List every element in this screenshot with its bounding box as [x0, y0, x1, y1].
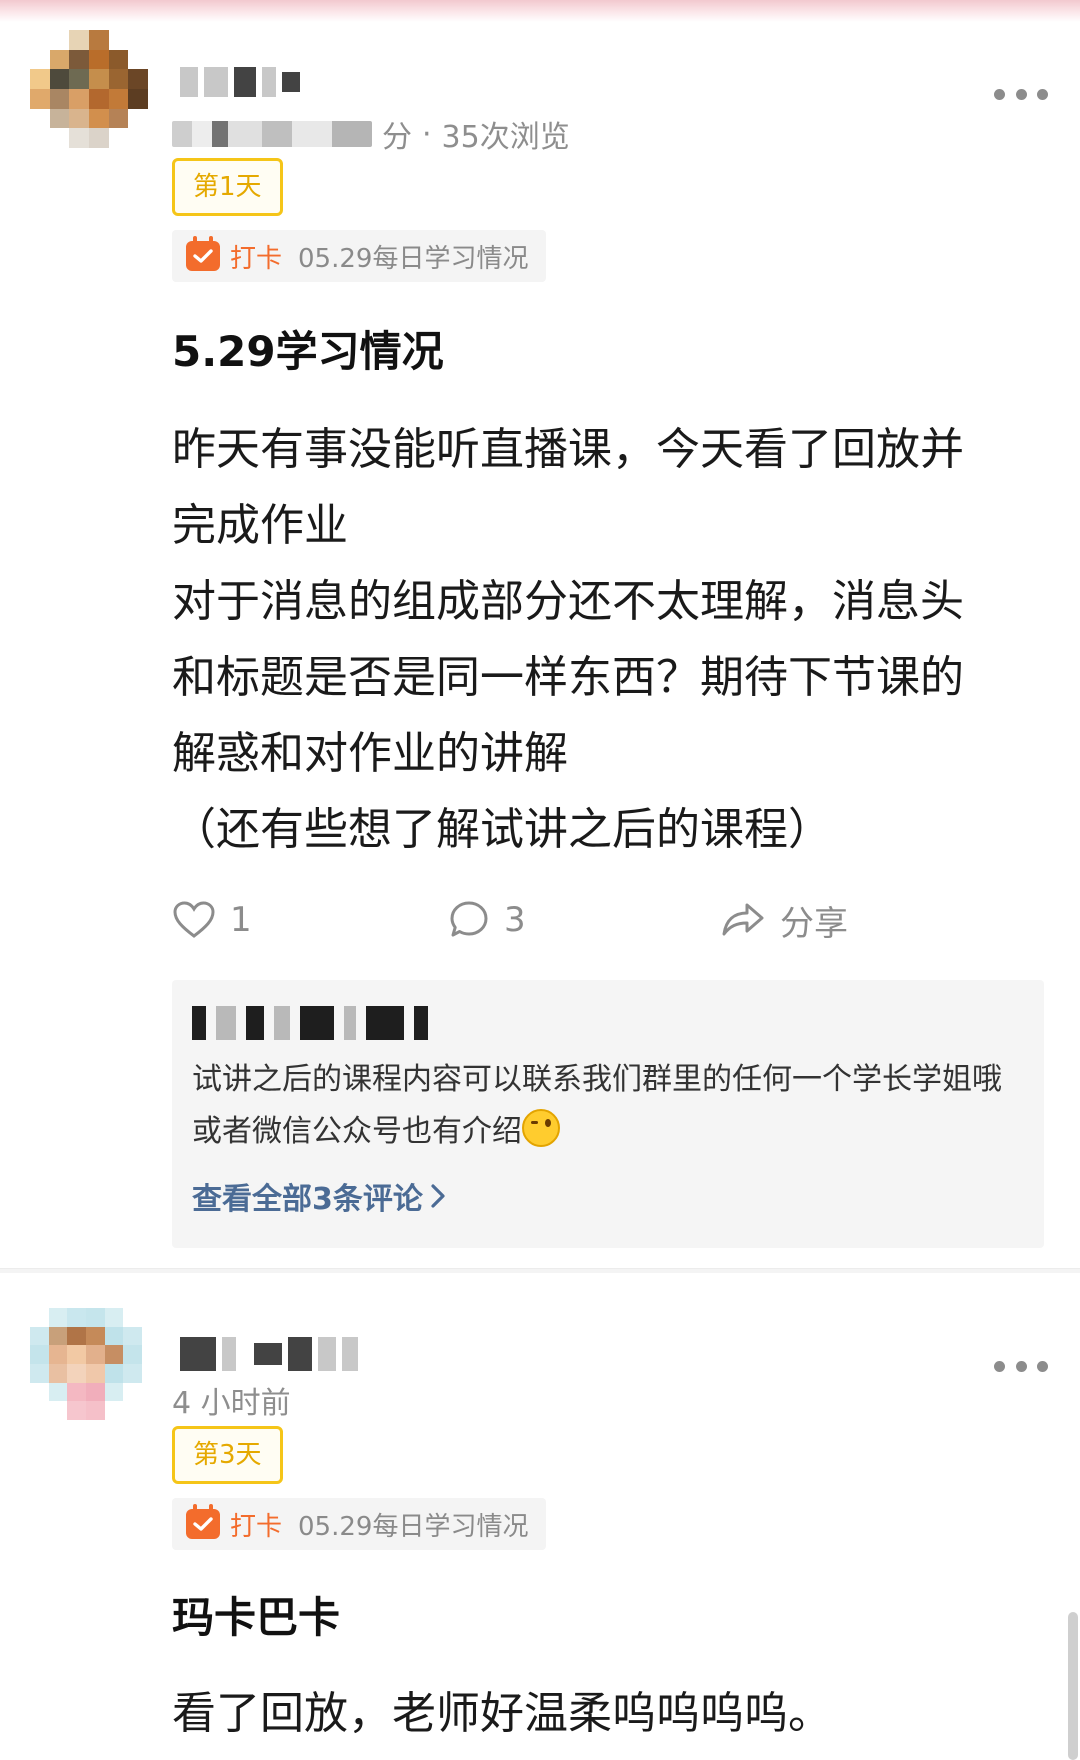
post-card: 4 小时前 第3天 打卡 05.29每日学习情况 玛卡巴卡 看了回放，老师好温柔… — [0, 1272, 1080, 1760]
comment-preview-text: 试讲之后的课程内容可以联系我们群里的任何一个学长学姐哦 或者微信公众号也有介绍 — [192, 1054, 1022, 1158]
more-icon[interactable] — [994, 84, 1048, 104]
post-actions: 1 3 分享 — [172, 894, 1052, 946]
calendar-check-icon — [186, 236, 220, 271]
share-icon — [722, 903, 764, 936]
comment-preview-box[interactable]: 试讲之后的课程内容可以联系我们群里的任何一个学长学姐哦 或者微信公众号也有介绍 … — [172, 980, 1044, 1248]
like-button[interactable]: 1 — [172, 894, 252, 946]
checkin-topic: 05.29每日学习情况 — [298, 1511, 529, 1542]
post-time-suffix: 分 — [382, 120, 412, 155]
checkin-tag[interactable]: 打卡 05.29每日学习情况 — [172, 1498, 547, 1550]
checkin-label: 打卡 — [230, 1511, 283, 1542]
feed-page: 分 · 35次浏览 第1天 打卡 05.29每日学习情况 5.29学习情况 昨天… — [0, 0, 1080, 1760]
comment-count: 3 — [504, 900, 526, 940]
more-icon[interactable] — [994, 1356, 1048, 1376]
author-name-masked[interactable] — [180, 60, 300, 104]
checkin-tag[interactable]: 打卡 05.29每日学习情况 — [172, 230, 547, 282]
view-count: 35次浏览 — [441, 120, 570, 155]
share-label: 分享 — [780, 903, 848, 944]
post-body: 看了回放，老师好温柔呜呜呜呜。 — [172, 1688, 832, 1739]
chevron-right-icon — [431, 1184, 445, 1208]
checkin-topic: 05.29每日学习情况 — [298, 243, 529, 274]
wink-emoji — [522, 1109, 560, 1147]
author-name-masked[interactable] — [180, 1332, 358, 1376]
share-button[interactable]: 分享 — [720, 894, 848, 946]
post-card: 分 · 35次浏览 第1天 打卡 05.29每日学习情况 5.29学习情况 昨天… — [0, 0, 1080, 1270]
post-title: 玛卡巴卡 — [172, 1593, 341, 1642]
post-body: 昨天有事没能听直播课，今天看了回放并 完成作业 对于消息的组成部分还不太理解，消… — [172, 424, 964, 855]
post-time-masked — [172, 121, 372, 147]
view-all-comments-label: 查看全部3条评论 — [192, 1182, 423, 1217]
comment-preview-content: 试讲之后的课程内容可以联系我们群里的任何一个学长学姐哦 或者微信公众号也有介绍 — [192, 1062, 1002, 1149]
checkin-label: 打卡 — [230, 243, 283, 274]
avatar[interactable] — [30, 30, 148, 148]
heart-icon — [173, 901, 215, 938]
calendar-check-icon — [186, 1504, 220, 1539]
comment-button[interactable]: 3 — [448, 894, 526, 946]
post-time: 4 小时前 — [172, 1386, 291, 1421]
day-badge: 第1天 — [172, 158, 283, 216]
like-count: 1 — [230, 900, 252, 940]
commenter-name-masked — [192, 1006, 428, 1040]
view-all-comments-link[interactable]: 查看全部3条评论 — [192, 1174, 447, 1218]
comment-icon — [450, 901, 488, 937]
avatar[interactable] — [30, 1308, 142, 1420]
scrollbar[interactable] — [1068, 1612, 1078, 1760]
post-meta: 分 · 35次浏览 — [172, 112, 570, 156]
day-badge: 第3天 — [172, 1426, 283, 1484]
post-title: 5.29学习情况 — [172, 327, 444, 376]
meta-separator: · — [422, 116, 432, 152]
post-meta: 4 小时前 — [172, 1378, 291, 1422]
